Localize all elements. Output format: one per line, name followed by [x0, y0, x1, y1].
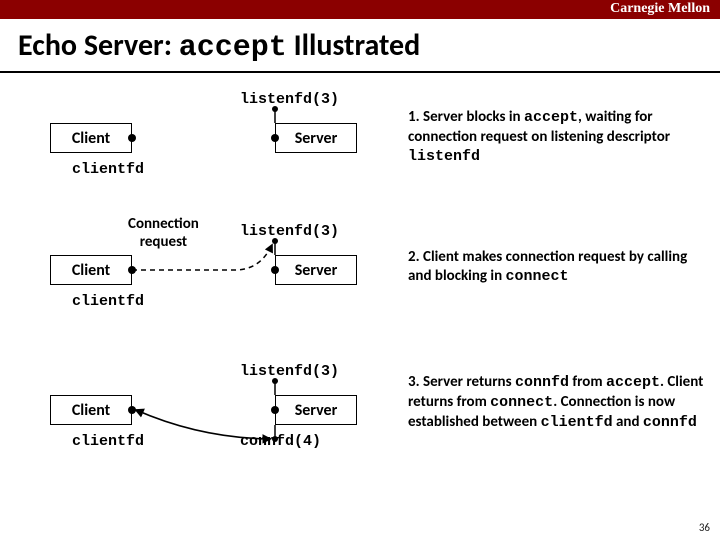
page-number: 36 — [699, 521, 710, 534]
org-bar: Carnegie Mellon — [0, 0, 720, 19]
caption-2: 2. Client makes connection request by ca… — [408, 248, 708, 287]
c3-code1: connfd — [515, 374, 569, 391]
server-box-3: Server — [275, 395, 357, 425]
connection-request-label: Connection request — [128, 215, 199, 251]
c1-a: 1. Server blocks in — [408, 108, 524, 126]
title-pre: Echo Server: — [18, 27, 179, 64]
server-box-1: Server — [275, 123, 357, 153]
clientfd-label-2: clientfd — [72, 293, 144, 310]
c3-code4: clientfd — [541, 414, 613, 431]
c3-a: 3. Server returns — [408, 373, 515, 391]
diagram-stage: listenfd(3) Client Server clientfd 1. Se… — [0, 73, 720, 513]
connfd-label: connfd(4) — [240, 433, 321, 450]
c2-code: connect — [506, 268, 569, 285]
c3-e: and — [613, 413, 643, 431]
clientfd-label-3: clientfd — [72, 433, 144, 450]
c3-code2: accept — [606, 374, 660, 391]
c3-b: from — [569, 373, 606, 391]
server-box-2: Server — [275, 255, 357, 285]
caption-3: 3. Server returns connfd from accept. Cl… — [408, 373, 708, 432]
c3-code5: connfd — [643, 414, 697, 431]
c3-code3: connect — [490, 394, 553, 411]
c1-code2: listenfd — [408, 148, 480, 165]
listenfd-label-2: listenfd(3) — [240, 223, 339, 240]
slide-title: Echo Server: accept Illustrated — [0, 19, 720, 73]
client-box-2: Client — [50, 255, 132, 285]
caption-1: 1. Server blocks in accept, waiting for … — [408, 108, 708, 166]
org-name: Carnegie Mellon — [610, 1, 710, 16]
listenfd-label-3: listenfd(3) — [240, 363, 339, 380]
title-code: accept — [179, 31, 287, 65]
clientfd-label-1: clientfd — [72, 161, 144, 178]
title-post: Illustrated — [287, 27, 420, 64]
client-box-3: Client — [50, 395, 132, 425]
client-box-1: Client — [50, 123, 132, 153]
c1-code1: accept — [524, 109, 578, 126]
listenfd-label-1: listenfd(3) — [240, 91, 339, 108]
